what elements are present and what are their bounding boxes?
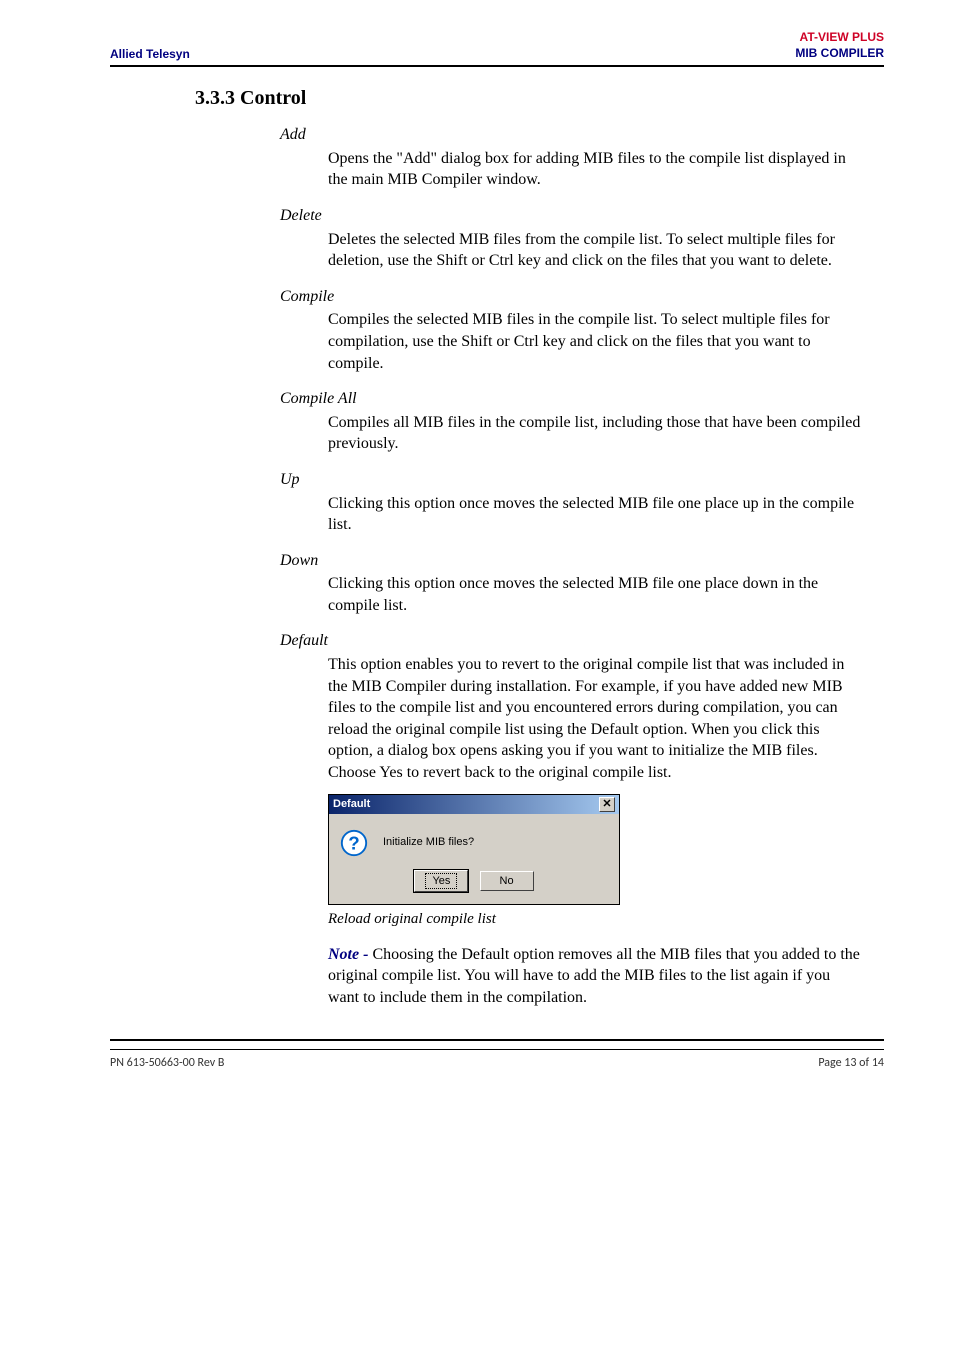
def-down: Clicking this option once moves the sele… <box>328 573 864 616</box>
page-footer: PN 613-50663-00 Rev B Page 13 of 14 <box>110 1056 884 1070</box>
default-dialog: Default ✕ ? Initialize MIB files? Yes No <box>328 794 620 906</box>
close-glyph: ✕ <box>602 799 611 810</box>
def-compile-all: Compiles all MIB files in the compile li… <box>328 412 864 455</box>
no-button-label: No <box>500 875 514 887</box>
header-section: MIB COMPILER <box>795 46 884 62</box>
dialog-body: ? Initialize MIB files? Yes No <box>329 814 619 905</box>
footer-divider-1 <box>110 1039 884 1041</box>
term-delete: Delete <box>280 205 864 227</box>
note-text: Choosing the Default option removes all … <box>328 946 860 1006</box>
def-compile: Compiles the selected MIB files in the c… <box>328 309 864 374</box>
footer-left: PN 613-50663-00 Rev B <box>110 1056 224 1070</box>
def-add: Opens the "Add" dialog box for adding MI… <box>328 148 864 191</box>
header-left: Allied Telesyn <box>110 47 190 61</box>
header-product: AT-VIEW PLUS <box>795 30 884 46</box>
no-button[interactable]: No <box>480 871 534 892</box>
figure-caption: Reload original compile list <box>328 909 864 929</box>
page-header: Allied Telesyn AT-VIEW PLUS MIB COMPILER <box>110 30 884 61</box>
term-compile-all: Compile All <box>280 388 864 410</box>
term-up: Up <box>280 469 864 491</box>
dialog-title: Default <box>333 797 370 812</box>
dialog-titlebar: Default ✕ <box>329 795 619 814</box>
note-label: Note - <box>328 946 372 963</box>
yes-button[interactable]: Yes <box>414 870 468 893</box>
yes-button-label: Yes <box>425 873 457 890</box>
header-right: AT-VIEW PLUS MIB COMPILER <box>795 30 884 61</box>
footer-divider-2 <box>110 1049 884 1050</box>
header-divider <box>110 65 884 67</box>
term-add: Add <box>280 124 864 146</box>
svg-text:?: ? <box>348 832 359 853</box>
term-default: Default <box>280 630 864 652</box>
note-paragraph: Note - Choosing the Default option remov… <box>328 944 864 1009</box>
def-up: Clicking this option once moves the sele… <box>328 493 864 536</box>
term-down: Down <box>280 550 864 572</box>
section-heading: 3.3.3 Control <box>195 87 884 110</box>
term-compile: Compile <box>280 286 864 308</box>
def-default: This option enables you to revert to the… <box>328 654 864 784</box>
footer-right: Page 13 of 14 <box>818 1056 884 1070</box>
dialog-message: Initialize MIB files? <box>383 835 474 850</box>
content: Add Opens the "Add" dialog box for addin… <box>280 124 864 1008</box>
close-icon[interactable]: ✕ <box>599 797 615 812</box>
dialog-buttons: Yes No <box>339 870 609 893</box>
def-delete: Deletes the selected MIB files from the … <box>328 229 864 272</box>
question-icon: ? <box>339 828 369 858</box>
